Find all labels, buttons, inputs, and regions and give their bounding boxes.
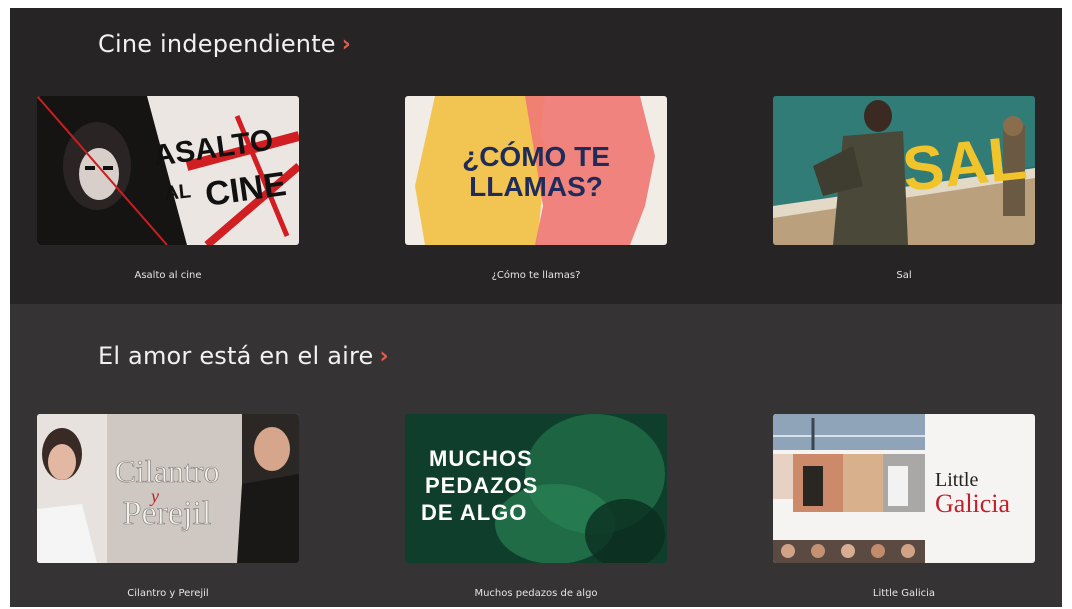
movie-title: Little Galicia [872, 588, 936, 599]
movie-card-little-galicia[interactable]: Little Galicia Little Galicia [773, 414, 1035, 599]
poster-title-line-2: AL [163, 180, 192, 205]
section-title-link[interactable]: El amor está en el aire › [98, 342, 389, 370]
chevron-right-icon: › [341, 31, 352, 57]
movie-card-cilantro-y-perejil[interactable]: Cilantro y Perejil Cilantro y Perejil [37, 414, 299, 599]
poster-title-line-1: Cilantro [115, 453, 220, 489]
movie-title: Muchos pedazos de algo [474, 588, 598, 599]
chevron-right-icon: › [379, 343, 389, 369]
poster-image: ¿CÓMO TE LLAMAS? [405, 96, 667, 245]
poster-title-line-2: PEDAZOS [425, 473, 538, 498]
poster-title-line-1: MUCHOS [429, 446, 533, 471]
poster-title-line-1: ¿CÓMO TE [462, 141, 610, 172]
poster-image: Cilantro y Perejil [37, 414, 299, 563]
poster-image: Little Galicia [773, 414, 1035, 563]
poster-title-line-1: Little [935, 469, 978, 491]
movie-card-sal[interactable]: SAL Sal [773, 96, 1035, 281]
movie-card-como-te-llamas[interactable]: ¿CÓMO TE LLAMAS? ¿Cómo te llamas? [405, 96, 667, 281]
movie-title: ¿Cómo te llamas? [491, 270, 581, 281]
movie-card-muchos-pedazos-de-algo[interactable]: MUCHOS PEDAZOS DE ALGO Muchos pedazos de… [405, 414, 667, 599]
poster-title: SAL [899, 123, 1030, 205]
poster-title-line-3: DE ALGO [421, 500, 527, 525]
section-title-link[interactable]: Cine independiente › [98, 30, 351, 58]
section-title: El amor está en el aire [98, 342, 374, 370]
movie-title: Sal [896, 270, 912, 281]
poster-image: SAL [773, 96, 1035, 245]
poster-image: ASALTO AL CINE [37, 96, 299, 245]
movie-card-asalto-al-cine[interactable]: ASALTO AL CINE Asalto al cine [37, 96, 299, 281]
row-cine-independiente: Cine independiente › ASALTO AL CINE Asal… [10, 8, 1062, 304]
movie-title: Cilantro y Perejil [127, 588, 209, 599]
poster-title-line-2: Galicia [935, 489, 1011, 518]
poster-title-line-2: LLAMAS? [469, 171, 603, 202]
movie-title: Asalto al cine [134, 270, 202, 281]
row-el-amor-esta-en-el-aire: El amor está en el aire › Cilantro y Per… [10, 304, 1062, 607]
catalog-view: Cine independiente › ASALTO AL CINE Asal… [10, 8, 1062, 607]
section-title: Cine independiente [98, 30, 336, 58]
poster-image: MUCHOS PEDAZOS DE ALGO [405, 414, 667, 563]
poster-title-line-3: Perejil [123, 495, 212, 532]
